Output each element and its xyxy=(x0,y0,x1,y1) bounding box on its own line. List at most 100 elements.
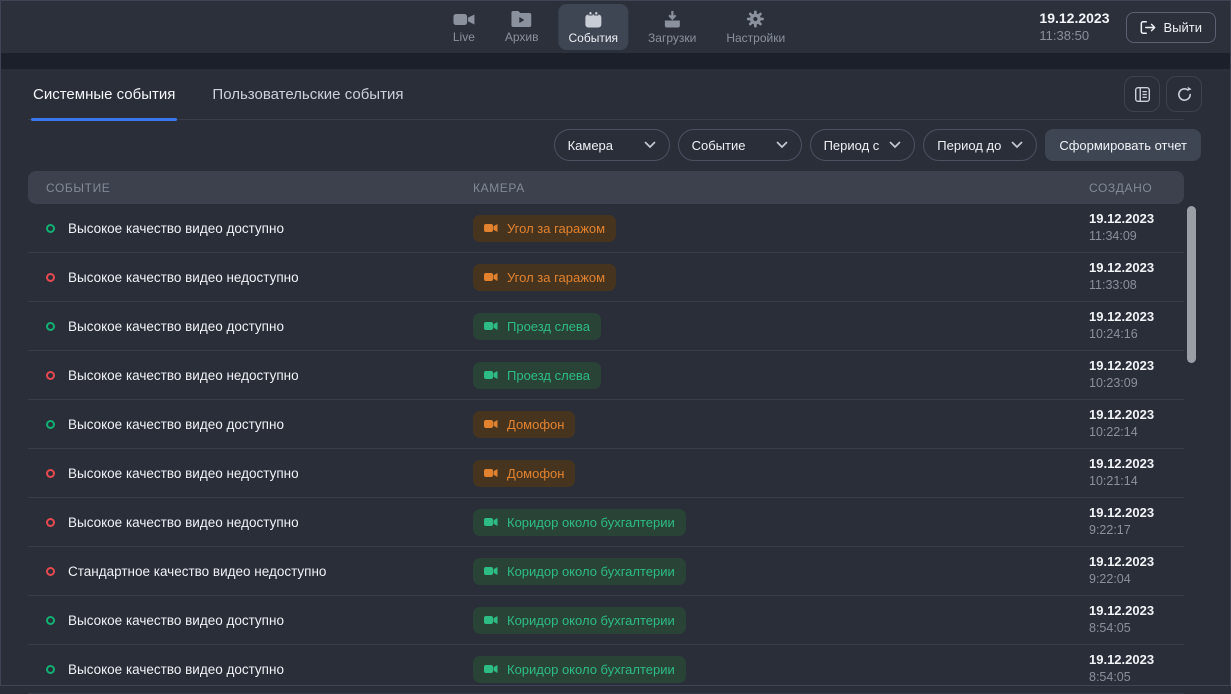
camera-filter-dropdown[interactable]: Камера xyxy=(554,129,670,161)
camera-name: Угол за гаражом xyxy=(507,221,605,236)
table-body: Высокое качество видео доступно Угол за … xyxy=(28,204,1184,694)
camera-badge: Проезд слева xyxy=(473,362,601,389)
event-cell: Высокое качество видео доступно xyxy=(46,662,473,677)
nav-item-archive[interactable]: Архив xyxy=(495,4,549,50)
camera-badge: Угол за гаражом xyxy=(473,215,616,242)
camera-cell: Коридор около бухгалтерии xyxy=(473,509,1089,536)
camera-badge: Коридор около бухгалтерии xyxy=(473,656,686,683)
created-date: 19.12.2023 xyxy=(1089,358,1166,375)
nav-item-events[interactable]: События xyxy=(558,4,628,50)
nav-label: Live xyxy=(453,30,475,44)
nav-item-settings[interactable]: Настройки xyxy=(716,4,795,50)
camera-icon xyxy=(484,615,498,625)
event-cell: Высокое качество видео недоступно xyxy=(46,466,473,481)
camera-cell: Коридор около бухгалтерии xyxy=(473,558,1089,585)
camera-badge: Домофон xyxy=(473,460,575,487)
camera-name: Коридор около бухгалтерии xyxy=(507,613,675,628)
camera-cell: Домофон xyxy=(473,460,1089,487)
nav-label: События xyxy=(568,31,618,45)
nav-label: Архив xyxy=(505,30,539,44)
created-time: 10:22:14 xyxy=(1089,424,1166,440)
camera-cell: Проезд слева xyxy=(473,362,1089,389)
camera-cell: Угол за гаражом xyxy=(473,264,1089,291)
tab-actions xyxy=(1124,69,1202,119)
table-row[interactable]: Высокое качество видео доступно Проезд с… xyxy=(28,302,1184,351)
download-icon xyxy=(663,11,681,28)
chevron-down-icon xyxy=(776,141,788,149)
status-dot xyxy=(46,469,55,478)
table-row[interactable]: Высокое качество видео недоступно Угол з… xyxy=(28,253,1184,302)
refresh-button[interactable] xyxy=(1166,76,1202,112)
column-header-event: СОБЫТИЕ xyxy=(46,181,473,195)
period-from-dropdown[interactable]: Период с xyxy=(810,129,916,161)
chevron-down-icon xyxy=(889,141,901,149)
table-row[interactable]: Высокое качество видео доступно Коридор … xyxy=(28,596,1184,645)
nav-label: Настройки xyxy=(726,31,785,45)
table-row[interactable]: Высокое качество видео доступно Коридор … xyxy=(28,645,1184,694)
created-time: 11:34:09 xyxy=(1089,228,1166,244)
generate-report-button[interactable]: Сформировать отчет xyxy=(1045,129,1201,161)
event-filter-dropdown[interactable]: Событие xyxy=(678,129,802,161)
main-nav: Live Архив События Загрузки xyxy=(443,1,795,53)
table-row[interactable]: Высокое качество видео недоступно Домофо… xyxy=(28,449,1184,498)
event-label: Высокое качество видео доступно xyxy=(68,319,284,334)
logout-button[interactable]: Выйти xyxy=(1126,12,1217,43)
event-cell: Высокое качество видео доступно xyxy=(46,319,473,334)
camera-icon xyxy=(484,370,498,380)
camera-badge: Домофон xyxy=(473,411,575,438)
nav-item-live[interactable]: Live xyxy=(443,4,485,50)
created-cell: 19.12.2023 10:24:16 xyxy=(1089,309,1166,342)
created-time: 9:22:04 xyxy=(1089,571,1166,587)
event-cell: Стандартное качество видео недоступно xyxy=(46,564,473,579)
camera-name: Коридор около бухгалтерии xyxy=(507,564,675,579)
created-time: 11:33:08 xyxy=(1089,277,1166,293)
tab-system-events[interactable]: Системные события xyxy=(33,69,175,119)
current-time: 11:38:50 xyxy=(1039,28,1109,44)
created-time: 10:24:16 xyxy=(1089,326,1166,342)
period-to-dropdown[interactable]: Период до xyxy=(923,129,1037,161)
datetime: 19.12.2023 11:38:50 xyxy=(1039,10,1109,44)
camera-badge: Угол за гаражом xyxy=(473,264,616,291)
status-dot xyxy=(46,273,55,282)
dropdown-label: Период до xyxy=(937,138,1001,153)
status-dot xyxy=(46,322,55,331)
event-label: Высокое качество видео доступно xyxy=(68,417,284,432)
camera-cell: Коридор около бухгалтерии xyxy=(473,607,1089,634)
logout-icon xyxy=(1140,20,1156,35)
event-cell: Высокое качество видео недоступно xyxy=(46,270,473,285)
event-label: Высокое качество видео доступно xyxy=(68,221,284,236)
created-cell: 19.12.2023 8:54:05 xyxy=(1089,603,1166,636)
created-date: 19.12.2023 xyxy=(1089,603,1166,620)
camera-cell: Угол за гаражом xyxy=(473,215,1089,242)
table-row[interactable]: Высокое качество видео недоступно Коридо… xyxy=(28,498,1184,547)
table-row[interactable]: Стандартное качество видео недоступно Ко… xyxy=(28,547,1184,596)
nav-label: Загрузки xyxy=(648,31,696,45)
event-label: Высокое качество видео недоступно xyxy=(68,515,299,530)
created-cell: 19.12.2023 9:22:17 xyxy=(1089,505,1166,538)
created-cell: 19.12.2023 10:21:14 xyxy=(1089,456,1166,489)
column-header-camera: КАМЕРА xyxy=(473,181,1089,195)
topbar: Live Архив События Загрузки xyxy=(1,1,1230,53)
camera-name: Проезд слева xyxy=(507,319,590,334)
camera-name: Домофон xyxy=(507,466,564,481)
camera-icon xyxy=(484,223,498,233)
status-dot xyxy=(46,371,55,380)
camera-badge: Коридор около бухгалтерии xyxy=(473,607,686,634)
tab-user-events[interactable]: Пользовательские события xyxy=(212,69,403,119)
event-cell: Высокое качество видео доступно xyxy=(46,613,473,628)
nav-item-downloads[interactable]: Загрузки xyxy=(638,4,706,50)
event-label: Высокое качество видео доступно xyxy=(68,613,284,628)
event-label: Высокое качество видео доступно xyxy=(68,662,284,677)
status-dot xyxy=(46,518,55,527)
dropdown-label: Событие xyxy=(692,138,746,153)
journal-button[interactable] xyxy=(1124,76,1160,112)
table-row[interactable]: Высокое качество видео доступно Домофон … xyxy=(28,400,1184,449)
gear-icon xyxy=(747,10,765,28)
camera-name: Угол за гаражом xyxy=(507,270,605,285)
scrollbar-thumb[interactable] xyxy=(1187,206,1196,363)
table-row[interactable]: Высокое качество видео недоступно Проезд… xyxy=(28,351,1184,400)
table-row[interactable]: Высокое качество видео доступно Угол за … xyxy=(28,204,1184,253)
camera-icon xyxy=(484,419,498,429)
created-date: 19.12.2023 xyxy=(1089,260,1166,277)
created-cell: 19.12.2023 11:34:09 xyxy=(1089,211,1166,244)
